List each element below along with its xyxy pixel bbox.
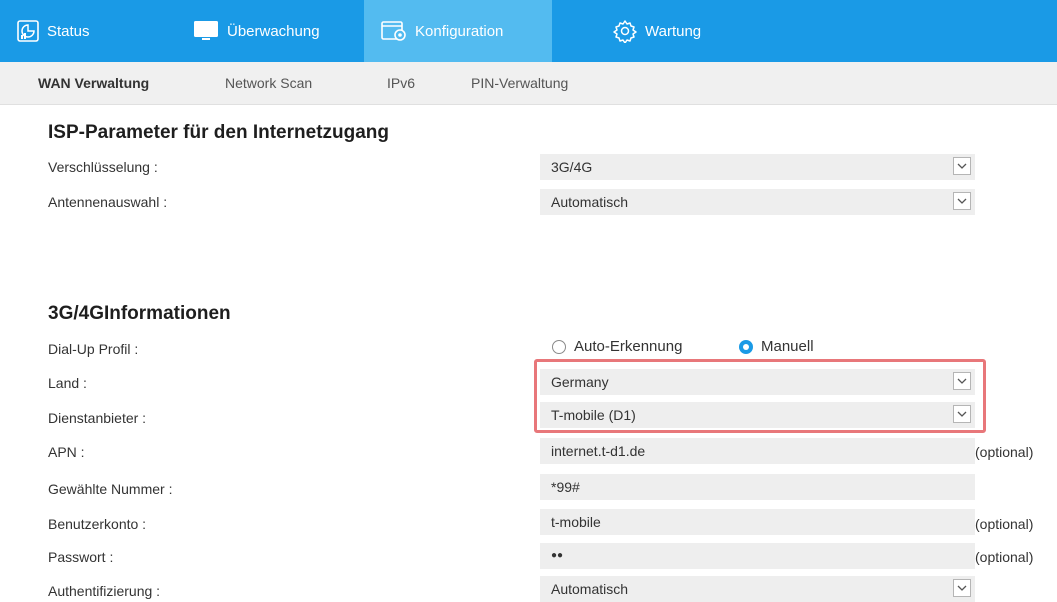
tab-ueberwachung-label: Überwachung (227, 22, 320, 40)
tab-wartung-label: Wartung (645, 22, 702, 40)
tab-status[interactable]: Status (0, 0, 176, 62)
auth-label: Authentifizierung : (48, 583, 161, 599)
number-label: Gewählte Nummer : (48, 481, 173, 497)
isp-section-title: ISP-Parameter für den Internetzugang (48, 122, 390, 143)
password-optional-note: (optional) (975, 549, 1034, 565)
radio-manuell[interactable]: Manuell (739, 338, 814, 355)
apn-label: APN : (48, 444, 85, 460)
radio-auto-erkennung-label: Auto-Erkennung (574, 338, 683, 355)
subtab-wan-verwaltung[interactable]: WAN Verwaltung (38, 75, 149, 91)
account-input[interactable]: t-mobile (540, 509, 975, 535)
chevron-down-icon[interactable] (953, 579, 971, 597)
top-navigation: Status Überwachung Konfiguration Wartung (0, 0, 1057, 62)
encryption-value: 3G/4G (551, 159, 593, 175)
tab-konfiguration-label: Konfiguration (415, 22, 504, 40)
gear-icon (613, 19, 637, 43)
subtab-ipv6[interactable]: IPv6 (387, 75, 415, 91)
account-value: t-mobile (551, 514, 601, 530)
password-label: Passwort : (48, 549, 114, 565)
country-label: Land : (48, 375, 87, 391)
dialup-label: Dial-Up Profil : (48, 341, 139, 357)
radio-checked-icon[interactable] (739, 339, 753, 354)
radio-auto-erkennung[interactable]: Auto-Erkennung (552, 338, 682, 355)
info-section-title: 3G/4GInformationen (48, 303, 231, 324)
number-value: *99# (551, 479, 580, 495)
subtab-network-scan[interactable]: Network Scan (225, 75, 312, 91)
password-input[interactable]: ●● (540, 543, 975, 569)
configuration-icon (381, 20, 407, 42)
tab-konfiguration[interactable]: Konfiguration (364, 0, 552, 62)
radio-manuell-label: Manuell (761, 338, 814, 355)
provider-label: Dienstanbieter : (48, 410, 147, 426)
tab-status-label: Status (47, 22, 90, 40)
subtab-pin-verwaltung[interactable]: PIN-Verwaltung (471, 75, 568, 91)
number-input[interactable]: *99# (540, 474, 975, 500)
tab-wartung[interactable]: Wartung (596, 0, 756, 62)
chevron-down-icon[interactable] (953, 157, 971, 175)
monitor-icon (193, 20, 219, 42)
chevron-down-icon[interactable] (953, 192, 971, 210)
tab-ueberwachung[interactable]: Überwachung (176, 0, 364, 62)
sub-navigation: WAN Verwaltung Network Scan IPv6 PIN-Ver… (0, 62, 1057, 105)
encryption-label: Verschlüsselung : (48, 159, 158, 175)
radio-unchecked-icon[interactable] (552, 339, 566, 354)
auth-select[interactable]: Automatisch (540, 576, 975, 602)
antenna-label: Antennenauswahl : (48, 194, 168, 210)
apn-optional-note: (optional) (975, 444, 1034, 460)
password-value: ●● (551, 550, 564, 561)
account-label: Benutzerkonto : (48, 516, 147, 532)
highlight-box (534, 359, 986, 433)
antenna-select[interactable]: Automatisch (540, 189, 975, 215)
account-optional-note: (optional) (975, 516, 1034, 532)
status-chart-icon (17, 20, 39, 42)
encryption-select[interactable]: 3G/4G (540, 154, 975, 180)
antenna-value: Automatisch (551, 194, 629, 210)
apn-input[interactable]: internet.t-d1.de (540, 438, 975, 464)
apn-value: internet.t-d1.de (551, 443, 646, 459)
